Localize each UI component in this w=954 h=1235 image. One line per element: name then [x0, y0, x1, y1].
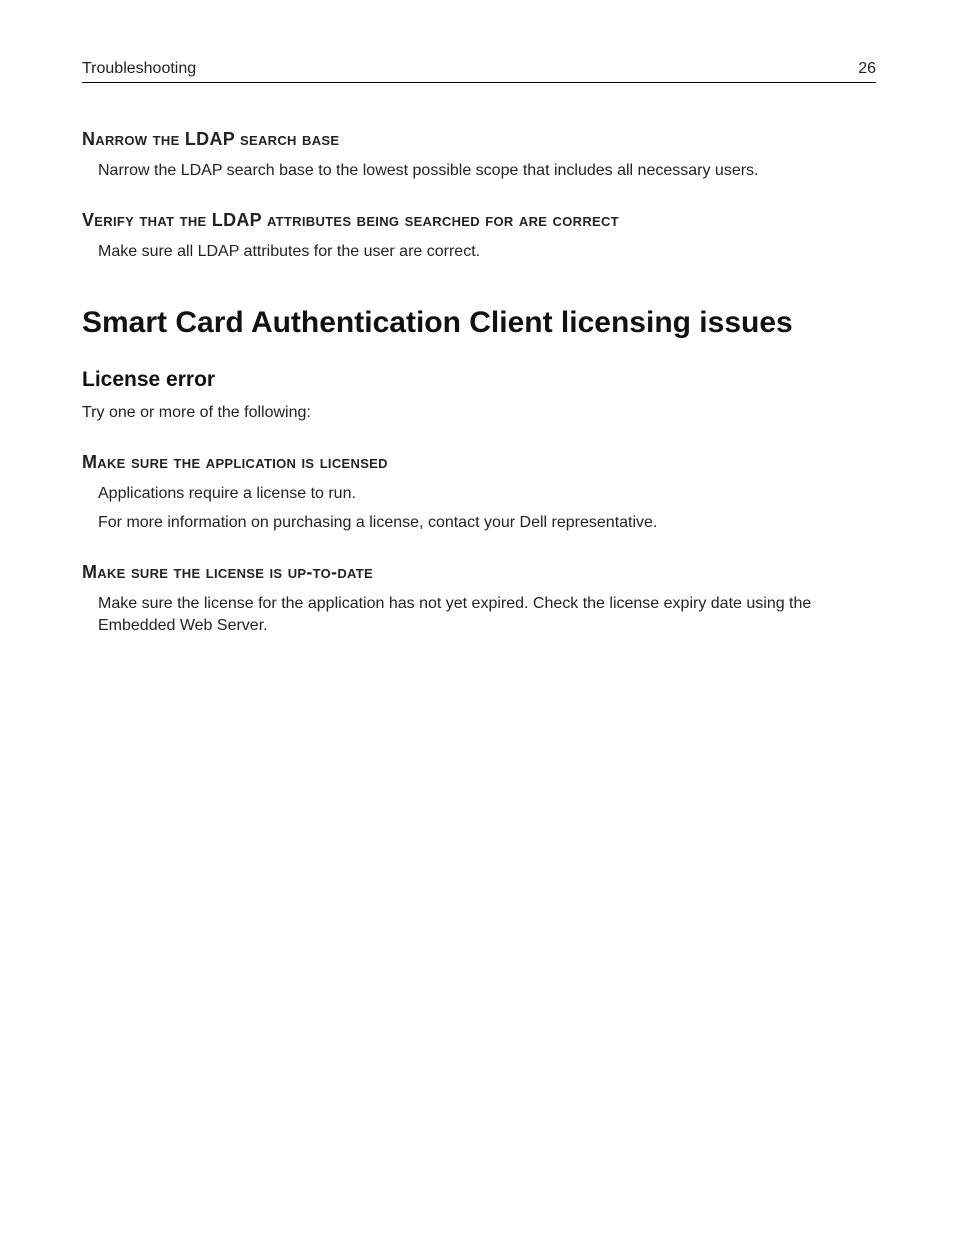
body-app-licensed-2: For more information on purchasing a lic… [98, 512, 876, 534]
section-app-licensed: Make sure the application is licensed Ap… [82, 452, 876, 534]
heading-license-uptodate: Make sure the license is up-to-date [82, 562, 876, 583]
section-ldap-verify: Verify that the LDAP attributes being se… [82, 210, 876, 263]
section-license-error: License error Try one or more of the fol… [82, 368, 876, 424]
body-license-uptodate: Make sure the license for the applicatio… [98, 593, 876, 636]
body-ldap-narrow: Narrow the LDAP search base to the lowes… [98, 160, 876, 182]
body-app-licensed-1: Applications require a license to run. [98, 483, 876, 505]
heading-license-error: License error [82, 368, 876, 392]
heading-ldap-narrow: Narrow the LDAP search base [82, 129, 876, 150]
document-page: Troubleshooting 26 Narrow the LDAP searc… [0, 0, 954, 1235]
section-license-uptodate: Make sure the license is up-to-date Make… [82, 562, 876, 636]
header-page-number: 26 [858, 60, 876, 78]
heading-ldap-verify: Verify that the LDAP attributes being se… [82, 210, 876, 231]
section-ldap-narrow: Narrow the LDAP search base Narrow the L… [82, 129, 876, 182]
body-license-error-intro: Try one or more of the following: [82, 402, 876, 424]
running-header: Troubleshooting 26 [82, 60, 876, 83]
title-licensing-issues: Smart Card Authentication Client licensi… [82, 306, 876, 340]
heading-app-licensed: Make sure the application is licensed [82, 452, 876, 473]
body-ldap-verify: Make sure all LDAP attributes for the us… [98, 241, 876, 263]
header-section-title: Troubleshooting [82, 60, 196, 78]
